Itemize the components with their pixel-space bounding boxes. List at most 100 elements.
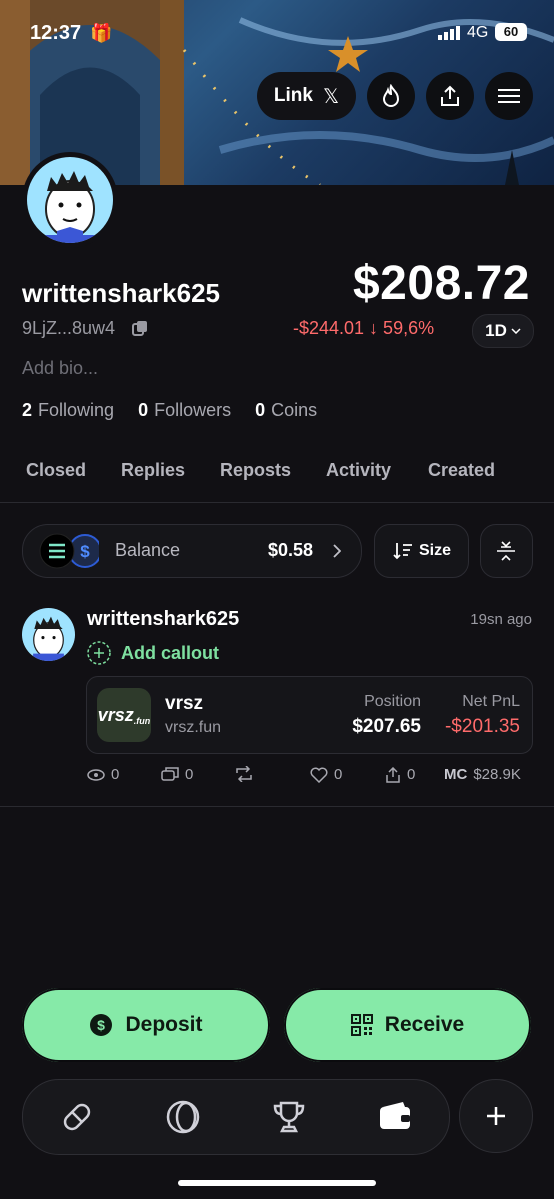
- coins-label: Coins: [271, 400, 318, 420]
- coin-logo-sub: .fun: [133, 716, 151, 726]
- svg-text:$: $: [98, 1017, 106, 1033]
- receive-label: Receive: [384, 1013, 465, 1036]
- pnl-label: Net PnL: [462, 693, 520, 710]
- time-range-select[interactable]: 1D: [472, 314, 534, 348]
- add-callout-button[interactable]: Add callout: [87, 641, 219, 665]
- username: writtenshark625: [22, 278, 220, 308]
- link-x-button[interactable]: Link 𝕏: [257, 72, 356, 120]
- add-bio-field[interactable]: Add bio...: [22, 358, 98, 379]
- like-button[interactable]: 0: [310, 766, 342, 783]
- pill-icon[interactable]: [59, 1099, 95, 1135]
- position-value: $207.65: [352, 716, 421, 737]
- status-bar: 12:37 🎁 4G 60: [0, 20, 554, 50]
- copy-icon[interactable]: [132, 320, 148, 336]
- collapse-icon: [497, 541, 515, 561]
- battery-icon: 60: [495, 23, 527, 41]
- following-count: 2: [22, 400, 33, 420]
- sort-size-button[interactable]: Size: [374, 524, 469, 578]
- coins-count: 0: [255, 400, 266, 420]
- pnl-value: -$201.35: [444, 716, 520, 737]
- comment-icon: [161, 766, 179, 781]
- add-callout-label: Add callout: [121, 642, 219, 663]
- post-username: writtenshark625: [87, 608, 240, 630]
- fire-button[interactable]: [367, 72, 415, 120]
- receive-button[interactable]: Receive: [284, 988, 531, 1062]
- share-icon: [441, 85, 459, 106]
- balance-value: $0.58: [267, 540, 313, 560]
- coin-logo: vrsz .fun: [97, 688, 151, 742]
- deposit-label: Deposit: [125, 1013, 203, 1036]
- share-icon: [386, 766, 400, 783]
- tab-reposts[interactable]: Reposts: [220, 460, 291, 481]
- qr-code-icon: [350, 1014, 373, 1036]
- following-label: Following: [38, 400, 115, 420]
- coin-name: vrsz: [165, 693, 204, 714]
- create-button[interactable]: [459, 1079, 533, 1153]
- orb-icon[interactable]: [165, 1099, 201, 1135]
- status-time: 12:37: [30, 22, 82, 44]
- menu-button[interactable]: [485, 72, 533, 120]
- balance-row[interactable]: $ Balance $0.58: [22, 524, 362, 578]
- post-time: 19sn ago: [470, 611, 532, 628]
- wallet-icon[interactable]: [377, 1099, 413, 1135]
- hamburger-icon: [498, 89, 520, 103]
- home-indicator: [178, 1180, 376, 1186]
- comments-count: 0: [185, 766, 194, 783]
- sol-usdc-icon: $: [39, 533, 99, 569]
- flame-icon: [382, 84, 400, 107]
- x-logo-icon: 𝕏: [322, 85, 340, 108]
- chevron-down-icon: [511, 328, 521, 334]
- comments-button[interactable]: 0: [161, 766, 193, 783]
- repost-icon: [236, 766, 252, 782]
- tab-replies[interactable]: Replies: [121, 460, 185, 481]
- gift-icon: 🎁: [90, 23, 113, 43]
- balance-label: Balance: [115, 540, 181, 560]
- eye-icon: [87, 768, 105, 781]
- balance-change: -$244.01 ↓ 59,6%: [293, 318, 435, 338]
- coins-stat[interactable]: 0 Coins: [255, 400, 317, 421]
- market-cap: MC $28.9K: [444, 766, 521, 783]
- post-avatar[interactable]: [22, 608, 75, 661]
- time-range-label: 1D: [485, 321, 507, 340]
- post-divider: [0, 806, 554, 807]
- views-stat[interactable]: 0: [87, 766, 119, 783]
- tab-closed[interactable]: Closed: [26, 460, 86, 481]
- plus-circle-icon: [87, 641, 111, 665]
- market-cap-label: MC: [444, 766, 468, 783]
- profile-tabs: Closed Replies Reposts Activity Created: [0, 458, 554, 503]
- tab-created[interactable]: Created: [428, 460, 495, 481]
- portfolio-balance: $208.72: [352, 257, 530, 310]
- coin-logo-text: vrsz: [97, 704, 134, 725]
- sort-label: Size: [419, 542, 452, 559]
- wallet-address: 9LjZ...8uw4: [22, 318, 116, 338]
- bottom-nav: [22, 1079, 450, 1155]
- avatar-character: [45, 171, 95, 243]
- followers-label: Followers: [154, 400, 232, 420]
- chevron-right-icon: [333, 544, 341, 558]
- sort-icon: [393, 543, 412, 560]
- following-stat[interactable]: 2 Following: [22, 400, 114, 421]
- followers-stat[interactable]: 0 Followers: [138, 400, 231, 421]
- deposit-button[interactable]: $ Deposit: [22, 988, 270, 1062]
- views-count: 0: [111, 766, 120, 783]
- repost-button[interactable]: [235, 766, 253, 782]
- coin-card[interactable]: [86, 676, 533, 754]
- shares-count: 0: [407, 766, 416, 783]
- coin-site: vrsz.fun: [165, 719, 222, 736]
- share-button[interactable]: [426, 72, 474, 120]
- social-stats: 2 Following 0 Followers 0 Coins: [22, 400, 317, 421]
- followers-count: 0: [138, 400, 149, 420]
- trophy-icon[interactable]: [271, 1099, 307, 1135]
- avatar-character: [33, 616, 64, 661]
- heart-icon: [310, 767, 328, 783]
- likes-count: 0: [334, 766, 343, 783]
- position-label: Position: [364, 693, 421, 710]
- collapse-button[interactable]: [480, 524, 533, 578]
- dollar-circle-icon: $: [90, 1014, 113, 1036]
- signal-icon: [438, 26, 460, 40]
- profile-avatar[interactable]: [22, 152, 118, 248]
- market-cap-value: $28.9K: [473, 766, 521, 783]
- tab-activity[interactable]: Activity: [326, 460, 391, 481]
- svg-text:$: $: [80, 542, 90, 561]
- share-post-button[interactable]: 0: [385, 766, 415, 783]
